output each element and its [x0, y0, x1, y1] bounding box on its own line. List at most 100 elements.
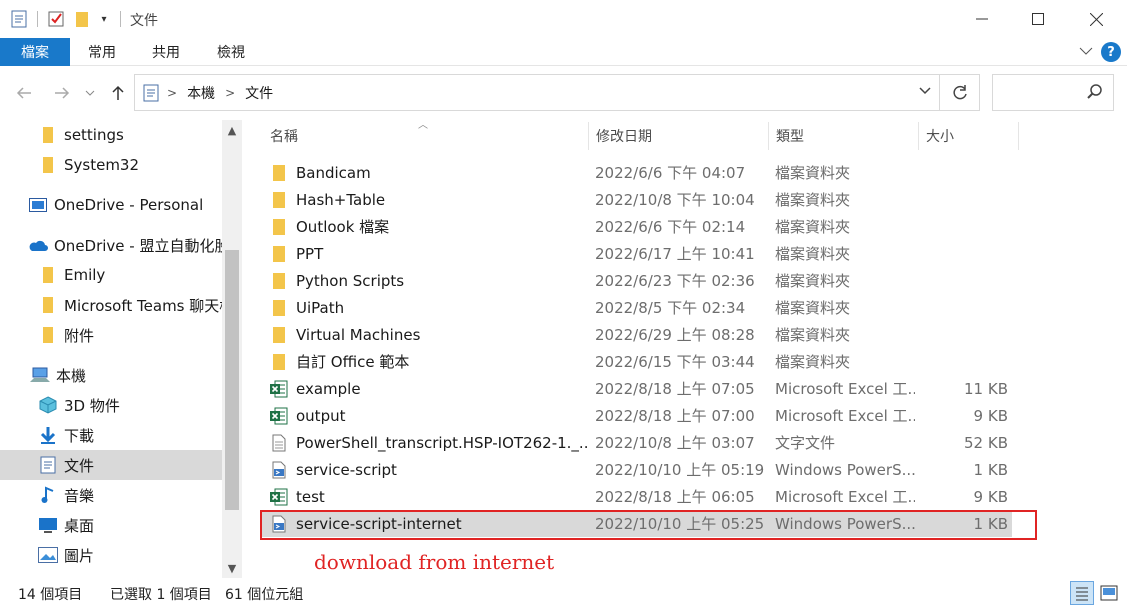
- close-button[interactable]: [1068, 0, 1124, 38]
- file-name: Bandicam: [296, 163, 371, 182]
- file-row[interactable]: Bandicam 2022/6/6 下午 04:07 檔案資料夾: [262, 159, 1012, 186]
- file-row[interactable]: test 2022/8/18 上午 06:05 Microsoft Excel 工.…: [262, 483, 1012, 510]
- file-size: 1 KB: [973, 460, 1008, 479]
- column-header-size[interactable]: 大小: [918, 120, 1018, 152]
- sidebar-item-documents[interactable]: 文件: [0, 450, 222, 480]
- properties-icon[interactable]: [10, 8, 28, 30]
- file-row[interactable]: output 2022/8/18 上午 07:00 Microsoft Excel …: [262, 402, 1012, 429]
- file-row[interactable]: Virtual Machines 2022/6/29 上午 08:28 檔案資料夾: [262, 321, 1012, 348]
- large-icons-view-button[interactable]: [1097, 581, 1121, 605]
- onedrive-cloud-icon: [28, 236, 48, 254]
- file-name-cell[interactable]: example: [270, 375, 588, 402]
- file-name-cell[interactable]: Python Scripts: [270, 267, 588, 294]
- file-name-cell[interactable]: output: [270, 402, 588, 429]
- file-modified: 2022/6/6 下午 04:07: [595, 164, 746, 182]
- breadcrumb-documents[interactable]: 文件: [245, 83, 273, 103]
- file-name-cell[interactable]: 自訂 Office 範本: [270, 348, 588, 375]
- file-name-cell[interactable]: Virtual Machines: [270, 321, 588, 348]
- tab-share[interactable]: 共用: [152, 38, 180, 66]
- sidebar-item-label: 本機: [56, 366, 87, 385]
- address-bar[interactable]: > 本機 > 文件: [134, 74, 940, 111]
- sidebar-item-3d-objects[interactable]: 3D 物件: [0, 390, 222, 420]
- file-type: 檔案資料夾: [775, 272, 851, 290]
- file-name-cell[interactable]: service-script: [270, 456, 588, 483]
- file-size: 11 KB: [964, 379, 1008, 398]
- recent-locations-icon[interactable]: [82, 80, 98, 106]
- tab-home[interactable]: 常用: [88, 38, 116, 66]
- file-name-cell[interactable]: test: [270, 483, 588, 510]
- file-size: [918, 294, 1008, 321]
- sidebar-item-desktop[interactable]: 桌面: [0, 510, 222, 540]
- file-row[interactable]: Python Scripts 2022/6/23 下午 02:36 檔案資料夾: [262, 267, 1012, 294]
- sidebar-item-this-pc[interactable]: 本機: [0, 360, 222, 390]
- maximize-button[interactable]: [1010, 0, 1066, 38]
- file-name: Python Scripts: [296, 271, 405, 290]
- file-row[interactable]: Outlook 檔案 2022/6/6 下午 02:14 檔案資料夾: [262, 213, 1012, 240]
- tab-view[interactable]: 檢視: [217, 38, 245, 66]
- address-dropdown-icon[interactable]: [919, 84, 931, 100]
- annotation-text: download from internet: [314, 550, 555, 574]
- sidebar-item-onedrive-personal[interactable]: OneDrive - Personal: [0, 190, 222, 220]
- file-name-cell[interactable]: Outlook 檔案: [270, 213, 588, 240]
- file-name-cell[interactable]: Hash+Table: [270, 186, 588, 213]
- sidebar-item-pictures[interactable]: 圖片: [0, 540, 222, 570]
- folder-icon: [38, 126, 58, 144]
- column-header-name[interactable]: 名稱: [262, 120, 588, 152]
- minimize-button[interactable]: [954, 0, 1010, 38]
- up-button[interactable]: [106, 80, 130, 106]
- forward-button[interactable]: [50, 80, 74, 106]
- search-input[interactable]: [992, 74, 1114, 111]
- sidebar-item-music[interactable]: 音樂: [0, 480, 222, 510]
- new-folder-icon[interactable]: [74, 8, 90, 30]
- file-name: UiPath: [296, 298, 345, 317]
- file-row[interactable]: 自訂 Office 範本 2022/6/15 下午 03:44 檔案資料夾: [262, 348, 1012, 375]
- sidebar-item-downloads[interactable]: 下載: [0, 420, 222, 450]
- scroll-up-icon[interactable]: ▲: [222, 120, 242, 140]
- customize-toolbar-dropdown-icon[interactable]: ▾: [98, 8, 110, 30]
- file-row[interactable]: Hash+Table 2022/10/8 下午 10:04 檔案資料夾: [262, 186, 1012, 213]
- scrollbar-thumb[interactable]: [225, 250, 239, 510]
- file-name-cell[interactable]: PowerShell_transcript.HSP-IOT262-1._...: [270, 429, 588, 456]
- details-view-button[interactable]: [1070, 581, 1094, 605]
- file-name-cell[interactable]: UiPath: [270, 294, 588, 321]
- sidebar-item-emily[interactable]: Emily: [0, 260, 222, 290]
- tab-file[interactable]: 檔案: [0, 38, 70, 66]
- breadcrumb-chevron-icon[interactable]: >: [225, 86, 235, 100]
- scroll-down-icon[interactable]: ▼: [222, 558, 242, 578]
- sidebar-item-label: OneDrive - Personal: [54, 196, 204, 214]
- file-modified: 2022/6/17 上午 10:41: [595, 245, 755, 263]
- back-button[interactable]: [12, 80, 36, 106]
- file-name-cell[interactable]: Bandicam: [270, 159, 588, 186]
- checkmark-icon[interactable]: [47, 8, 65, 30]
- file-row[interactable]: example 2022/8/18 上午 07:05 Microsoft Excel…: [262, 375, 1012, 402]
- refresh-button[interactable]: [940, 74, 980, 111]
- file-name: example: [296, 379, 361, 398]
- folder-icon: [270, 164, 288, 182]
- sidebar-item-system32[interactable]: System32: [0, 150, 222, 180]
- file-size: [918, 321, 1008, 348]
- column-header-modified[interactable]: 修改日期: [588, 120, 768, 152]
- sidebar-item-settings[interactable]: settings: [0, 120, 222, 150]
- file-row[interactable]: PowerShell_transcript.HSP-IOT262-1._... 2…: [262, 429, 1012, 456]
- file-row[interactable]: PPT 2022/6/17 上午 10:41 檔案資料夾: [262, 240, 1012, 267]
- file-name: Hash+Table: [296, 190, 386, 209]
- breadcrumb-this-pc[interactable]: 本機: [187, 83, 215, 103]
- sidebar-scrollbar[interactable]: ▲ ▼: [222, 120, 242, 578]
- column-header-type[interactable]: 類型: [768, 120, 918, 152]
- breadcrumb-chevron-icon[interactable]: >: [167, 86, 177, 100]
- sidebar-item-teams-chat[interactable]: Microsoft Teams 聊天檔: [0, 290, 222, 320]
- sidebar-item-label: 附件: [64, 326, 95, 345]
- file-name-cell[interactable]: PPT: [270, 240, 588, 267]
- this-pc-icon: [30, 366, 50, 384]
- 3d-objects-icon: [38, 396, 58, 414]
- file-size: [918, 213, 1008, 240]
- file-modified: 2022/8/5 下午 02:34: [595, 299, 746, 317]
- file-row[interactable]: UiPath 2022/8/5 下午 02:34 檔案資料夾: [262, 294, 1012, 321]
- help-button[interactable]: ?: [1101, 42, 1121, 62]
- sidebar-item-onedrive-company[interactable]: OneDrive - 盟立自動化股: [0, 230, 222, 260]
- sidebar-item-attachments[interactable]: 附件: [0, 320, 222, 350]
- file-size: [918, 186, 1008, 213]
- expand-ribbon-icon[interactable]: [1079, 44, 1093, 62]
- file-row[interactable]: service-script 2022/10/10 上午 05:19 Windows…: [262, 456, 1012, 483]
- folder-icon: [38, 296, 58, 314]
